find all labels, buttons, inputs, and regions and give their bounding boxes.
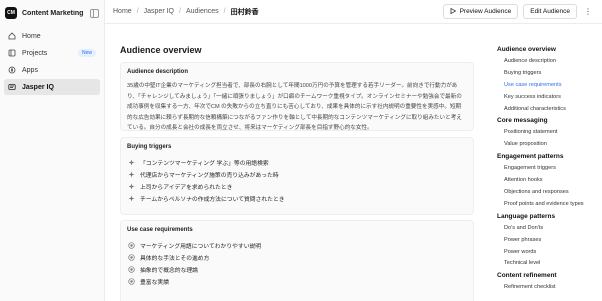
toc-item[interactable]: Do's and Don'ts (497, 223, 602, 235)
target-icon (128, 265, 135, 273)
sidebar-item-label: Home (22, 32, 41, 40)
target-icon (128, 277, 135, 285)
toc-item[interactable]: Power phrases (497, 235, 602, 247)
list-item: 上司からアイデアを求められたとき (128, 180, 473, 192)
buying-triggers-card: Buying triggers 「コンテンツマーケティング 学ぶ」等の用語検索 … (120, 137, 474, 215)
toc-group-content-refinement[interactable]: Content refinement (497, 270, 602, 282)
card-heading: Buying triggers (127, 144, 172, 150)
list-item: 「コンテンツマーケティング 学ぶ」等の用語検索 (128, 156, 473, 168)
breadcrumb-home[interactable]: Home (113, 8, 132, 15)
edit-audience-button[interactable]: Edit Audience (523, 4, 577, 19)
sparkle-icon (128, 195, 135, 202)
toc-item[interactable]: Proof points and evidence types (497, 199, 602, 211)
toc-group-engagement-patterns[interactable]: Engagement patterns (497, 151, 602, 163)
toc-item-active[interactable]: Use case requirements (497, 80, 602, 92)
preview-audience-button[interactable]: Preview Audience (442, 4, 519, 19)
play-icon (450, 7, 456, 16)
sidebar-item-label: Apps (22, 66, 38, 74)
toc-item[interactable]: Power words (497, 247, 602, 259)
toc-item[interactable]: Additional characteristics (497, 104, 602, 116)
list-item-text: 抽象的で概念的な理論 (140, 267, 198, 274)
list-item-text: マーケティング用語についてわかりやすい説明 (140, 243, 262, 250)
new-badge: New (77, 49, 96, 57)
sidebar-item-home[interactable]: Home (4, 28, 100, 44)
breadcrumb-current: 田村鈴香 (230, 8, 259, 16)
toc-item[interactable]: Positioning statement (497, 127, 602, 139)
edit-audience-label: Edit Audience (530, 8, 570, 15)
workspace-switcher[interactable]: CM Content Marketing Ac... (0, 0, 104, 26)
breadcrumb: Home / Jasper IQ / Audiences / 田村鈴香 (113, 7, 443, 17)
sidebar: CM Content Marketing Ac... Home Projects… (0, 0, 105, 301)
card-heading: Audience description (127, 69, 189, 75)
toc-group-core-messaging[interactable]: Core messaging (497, 115, 602, 127)
home-icon (8, 32, 16, 40)
more-options-icon[interactable]: ⋮ (582, 4, 594, 19)
top-actions: Preview Audience Edit Audience ⋮ (442, 4, 594, 19)
sparkle-icon (128, 171, 135, 178)
toc-item[interactable]: Refinement checklist (497, 282, 602, 294)
toc-item[interactable]: Engagement triggers (497, 163, 602, 175)
folder-icon (8, 49, 16, 57)
sparkle-icon (128, 159, 135, 166)
target-icon (128, 241, 135, 249)
list-item-text: 代理店からマーケティング施策の売り込みがあった時 (140, 172, 279, 179)
target-icon (128, 253, 135, 261)
list-item: 抽象的で概念的な理論 (128, 263, 473, 275)
section-title: Audience overview (120, 45, 202, 55)
breadcrumb-separator: / (179, 8, 181, 15)
main-content: Audience overview Audience description 3… (105, 24, 490, 301)
list-item: 豊富な実績 (128, 275, 473, 287)
preview-audience-label: Preview Audience (459, 8, 512, 15)
toc-item[interactable]: Value proposition (497, 139, 602, 151)
toc-item[interactable]: Attention hooks (497, 175, 602, 187)
toc-group-audience-overview[interactable]: Audience overview (497, 44, 602, 56)
breadcrumb-jasper-iq[interactable]: Jasper IQ (144, 8, 174, 15)
sidebar-item-label: Jasper IQ (22, 83, 54, 91)
sidebar-nav: Home Projects New Apps Jasper IQ (0, 28, 104, 95)
toc-item[interactable]: Technical level (497, 258, 602, 270)
workspace-logo: CM (5, 7, 17, 19)
toc-group-language-patterns[interactable]: Language patterns (497, 211, 602, 223)
audience-description-text: 35歳の中堅IT企業のマーケティング担当者で、部長の右腕として年間1000万円の… (127, 83, 462, 132)
toc-item[interactable]: Audience description (497, 56, 602, 68)
breadcrumb-separator: / (223, 8, 226, 15)
sidebar-item-apps[interactable]: Apps (4, 62, 100, 78)
sidebar-toggle-icon[interactable] (90, 8, 99, 18)
breadcrumb-audiences[interactable]: Audiences (186, 8, 219, 15)
card-heading: Use case requirements (127, 227, 193, 233)
list-item-text: 「コンテンツマーケティング 学ぶ」等の用語検索 (140, 160, 269, 167)
sidebar-item-label: Projects (22, 49, 48, 57)
breadcrumb-separator: / (136, 8, 139, 15)
toc-item[interactable]: Key success indicators (497, 92, 602, 104)
apps-icon (8, 66, 16, 74)
iq-icon (8, 83, 16, 91)
toc-item[interactable]: Objections and responses (497, 187, 602, 199)
list-item: 具体的な手法とその進め方 (128, 251, 473, 263)
sidebar-item-projects[interactable]: Projects New (4, 45, 100, 61)
toc-item[interactable]: Buying triggers (497, 68, 602, 80)
list-item-text: 豊富な実績 (140, 279, 169, 286)
table-of-contents: Audience overview Audience description B… (497, 44, 602, 294)
workspace-name: Content Marketing Ac... (22, 9, 85, 17)
audience-description-card: Audience description 35歳の中堅IT企業のマーケティング担… (120, 62, 474, 131)
list-item: チームからペルソナの作成方法について質問されたとき (128, 192, 473, 204)
list-item-text: 具体的な手法とその進め方 (140, 255, 210, 262)
sparkle-icon (128, 183, 135, 190)
use-case-requirements-card: Use case requirements マーケティング用語についてわかりやす… (120, 220, 474, 301)
list-item-text: チームからペルソナの作成方法について質問されたとき (140, 196, 285, 203)
list-item-text: 上司からアイデアを求められたとき (140, 184, 233, 191)
list-item: 代理店からマーケティング施策の売り込みがあった時 (128, 168, 473, 180)
list-item: マーケティング用語についてわかりやすい説明 (128, 239, 473, 251)
sidebar-item-jasper-iq[interactable]: Jasper IQ (4, 79, 100, 95)
top-bar: Home / Jasper IQ / Audiences / 田村鈴香 Prev… (105, 0, 602, 24)
